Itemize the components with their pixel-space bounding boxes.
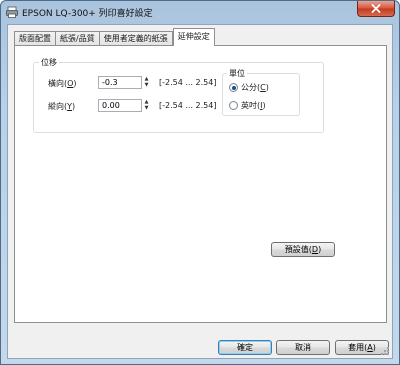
unit-groupbox: 單位 公分(C) 英吋(I) bbox=[222, 68, 300, 116]
offset-groupbox: 位移 橫向(O) ▲ ▼ [-2.54 ... 2.54] 縱向(Y) ▲ ▼ … bbox=[33, 57, 324, 133]
close-icon bbox=[371, 4, 381, 13]
resize-grip-icon[interactable] bbox=[380, 346, 390, 356]
vertical-offset-spinner[interactable]: ▲ ▼ bbox=[142, 99, 151, 112]
restore-defaults-button[interactable]: 預設值(D) bbox=[271, 242, 335, 257]
radio-centimeters-label: 公分(C) bbox=[241, 83, 269, 92]
tab-paper-quality[interactable]: 紙張/品質 bbox=[55, 31, 100, 46]
vertical-offset-label: 縱向(Y) bbox=[48, 102, 76, 111]
vertical-offset-input[interactable] bbox=[98, 99, 142, 112]
window-title: EPSON LQ-300+ 列印喜好設定 bbox=[22, 9, 153, 19]
horizontal-offset-range: [-2.54 ... 2.54] bbox=[159, 78, 217, 87]
spin-down-arrow-icon[interactable]: ▼ bbox=[142, 105, 151, 111]
spin-down-arrow-icon[interactable]: ▼ bbox=[142, 82, 151, 88]
close-button[interactable] bbox=[357, 1, 395, 17]
horizontal-offset-spinner[interactable]: ▲ ▼ bbox=[142, 76, 151, 89]
radio-inches-label: 英吋(I) bbox=[241, 101, 266, 110]
printer-icon bbox=[6, 6, 18, 18]
tab-user-defined-paper[interactable]: 使用者定義的紙張 bbox=[98, 31, 173, 46]
dialog-client-area: 版面配置 紙張/品質 使用者定義的紙張 延伸設定 位移 橫向(O) ▲ ▼ [-… bbox=[7, 24, 393, 359]
printer-preferences-window: EPSON LQ-300+ 列印喜好設定 版面配置 紙張/品質 使用者定義的紙張… bbox=[0, 0, 400, 365]
horizontal-offset-label: 橫向(O) bbox=[48, 79, 77, 88]
radio-button-selected[interactable] bbox=[229, 83, 238, 92]
offset-group-title: 位移 bbox=[39, 57, 59, 68]
vertical-offset-range: [-2.54 ... 2.54] bbox=[159, 101, 217, 110]
tab-extended-settings[interactable]: 延伸設定 bbox=[172, 28, 215, 46]
radio-centimeters[interactable]: 公分(C) bbox=[229, 82, 269, 93]
tab-strip: 版面配置 紙張/品質 使用者定義的紙張 延伸設定 bbox=[14, 28, 215, 46]
radio-button[interactable] bbox=[229, 101, 238, 110]
title-bar[interactable]: EPSON LQ-300+ 列印喜好設定 bbox=[1, 1, 399, 23]
ok-button[interactable]: 確定 bbox=[218, 340, 272, 355]
tab-layout[interactable]: 版面配置 bbox=[14, 31, 56, 46]
radio-inches[interactable]: 英吋(I) bbox=[229, 100, 266, 111]
cancel-button[interactable]: 取消 bbox=[276, 340, 330, 355]
extended-settings-panel: 位移 橫向(O) ▲ ▼ [-2.54 ... 2.54] 縱向(Y) ▲ ▼ … bbox=[14, 45, 387, 323]
unit-group-title: 單位 bbox=[227, 68, 247, 79]
horizontal-offset-input[interactable] bbox=[98, 76, 142, 89]
